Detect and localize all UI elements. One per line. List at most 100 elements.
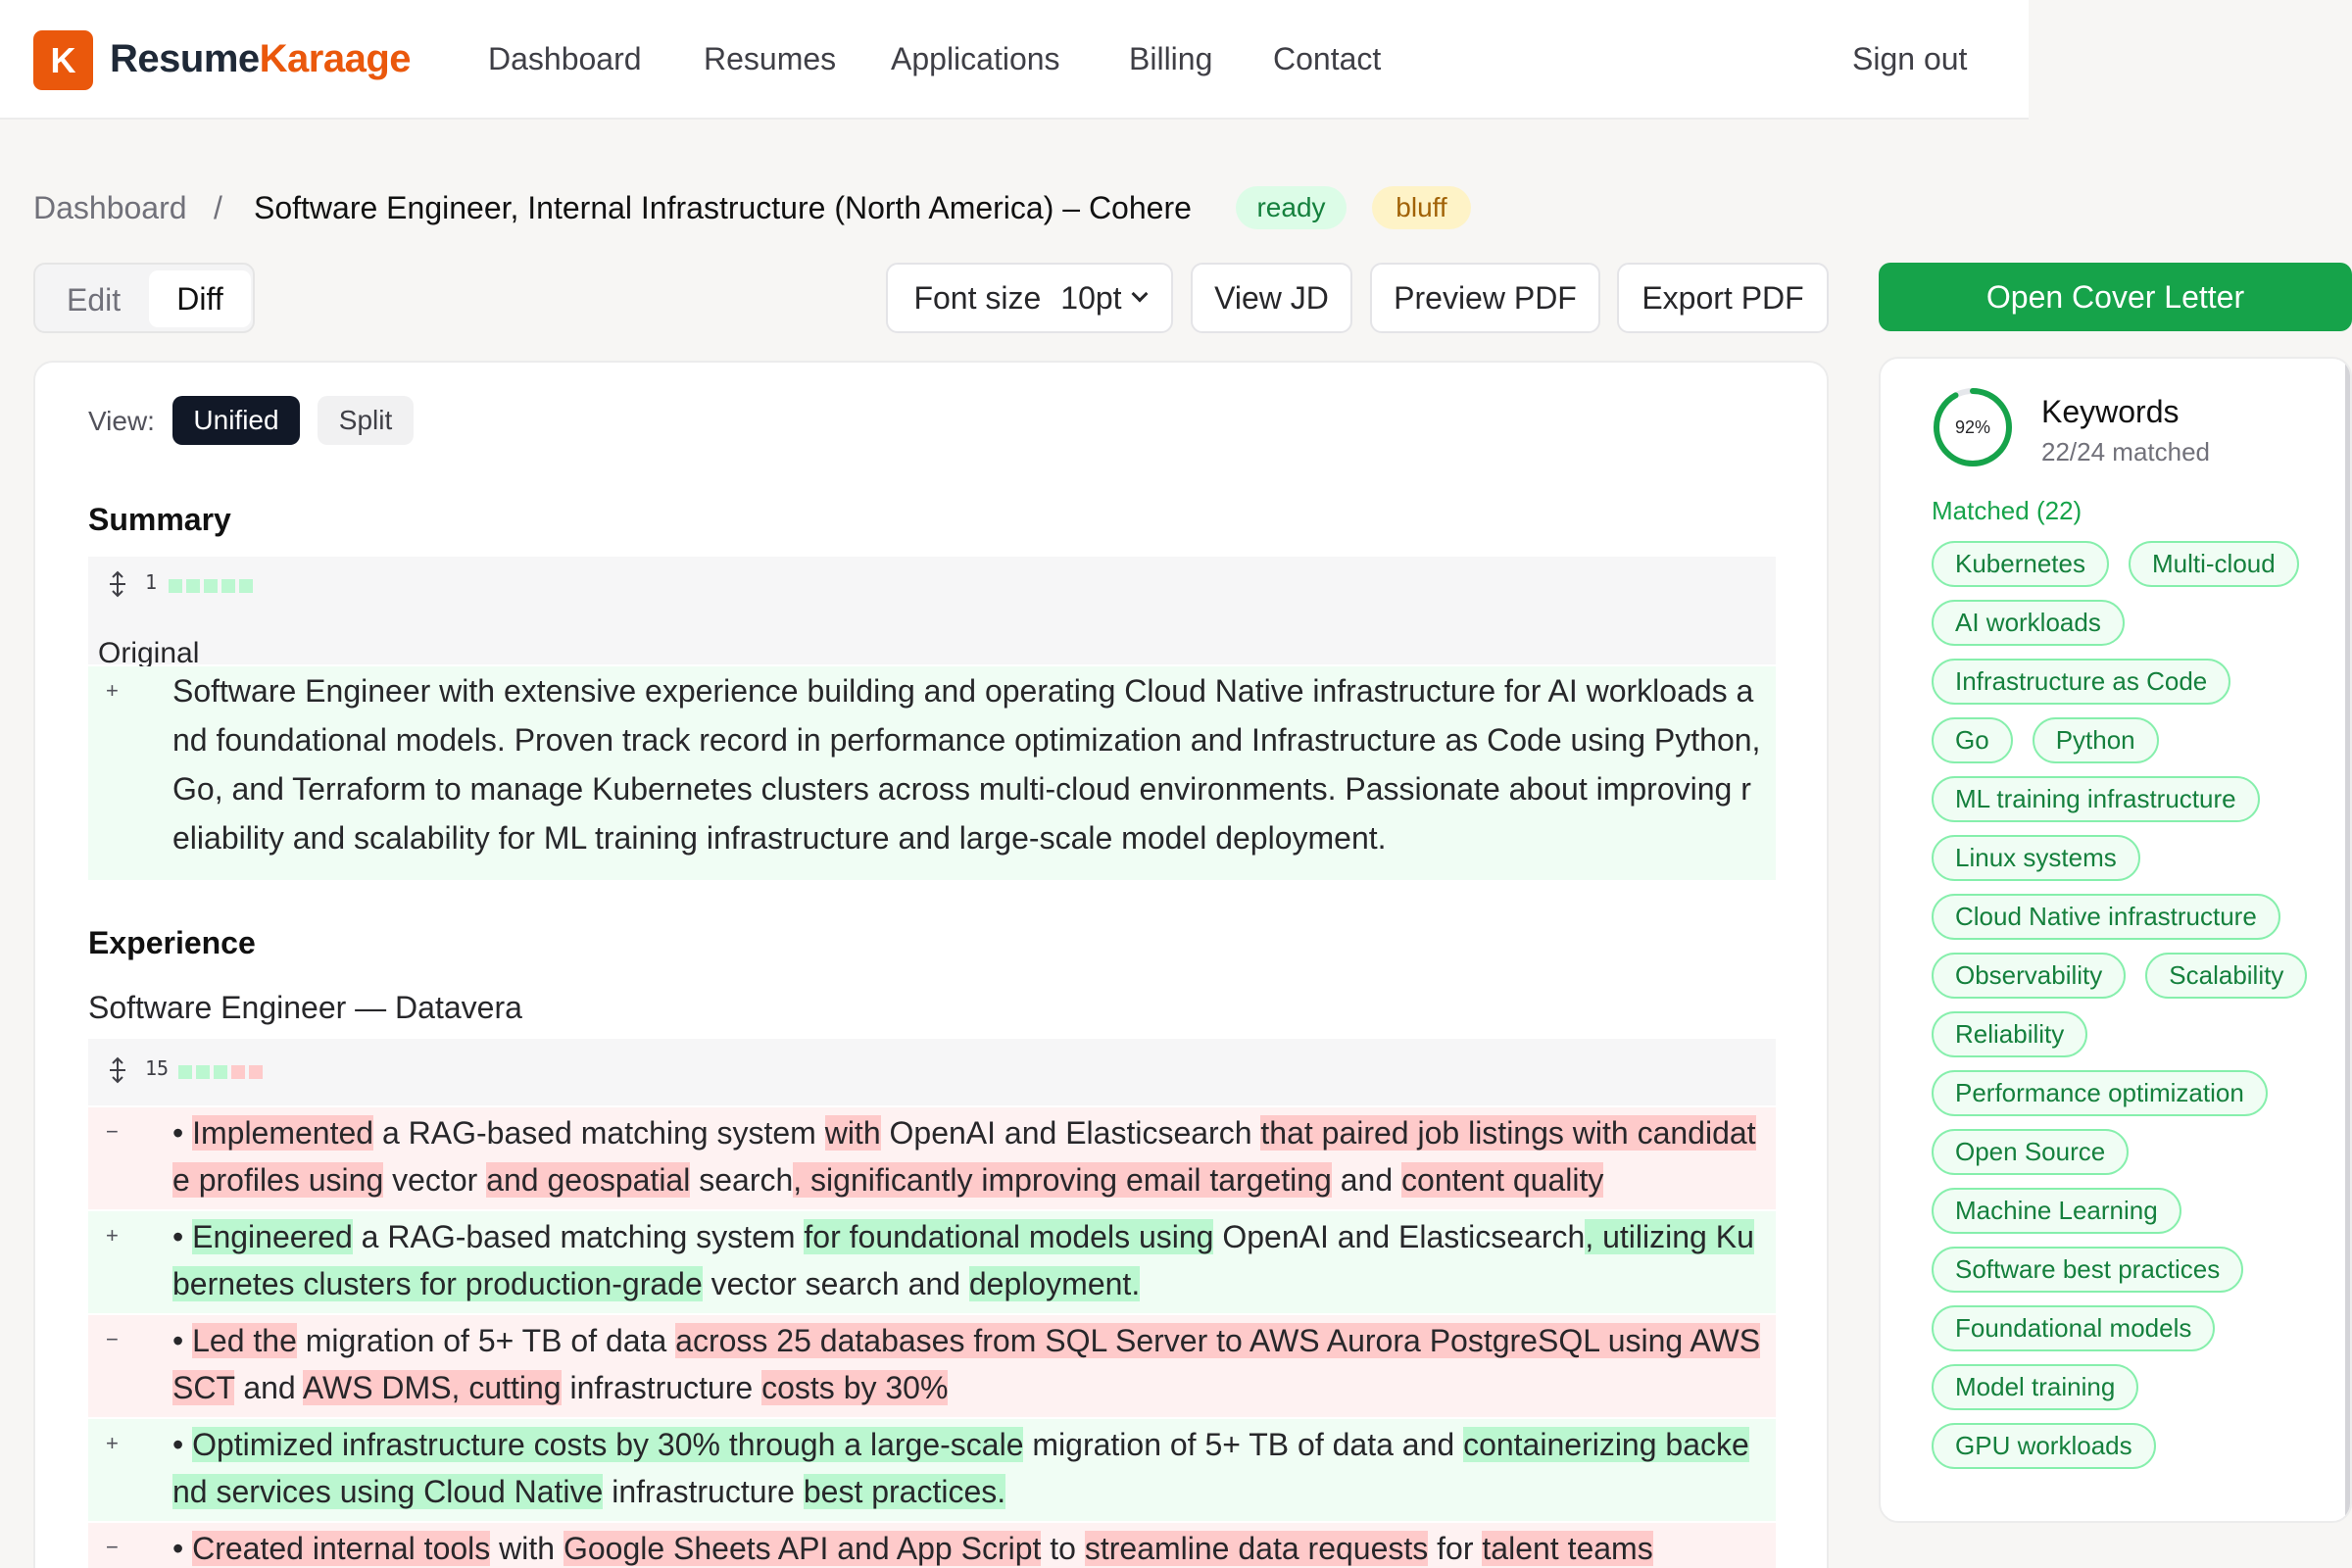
experience-hunk-header[interactable]: 15 xyxy=(88,1039,1776,1105)
diff-highlight: deployment. xyxy=(968,1266,1141,1301)
change-square-add xyxy=(196,1065,210,1079)
keyword-chip[interactable]: AI workloads xyxy=(1932,600,2125,646)
experience-heading: Experience xyxy=(88,925,256,960)
change-square-add xyxy=(169,579,182,593)
diff-text: vector xyxy=(383,1162,487,1198)
keyword-chip[interactable]: Software best practices xyxy=(1932,1247,2244,1293)
keyword-percent: 92% xyxy=(1954,416,1991,437)
add-sign: + xyxy=(106,1431,119,1455)
diff-text: for xyxy=(1428,1531,1483,1566)
keyword-chip[interactable]: Kubernetes xyxy=(1932,541,2109,587)
keyword-chip[interactable]: Python xyxy=(2032,717,2159,763)
diff-highlight: Optimized infrastructure costs by 30% th… xyxy=(192,1427,1024,1462)
nav-dashboard[interactable]: Dashboard xyxy=(488,41,642,77)
keywords-title: Keywords xyxy=(2041,394,2180,429)
keyword-chip[interactable]: Infrastructure as Code xyxy=(1932,659,2231,705)
add-sign: + xyxy=(106,1223,119,1248)
tab-edit[interactable]: Edit xyxy=(67,282,121,318)
tab-diff[interactable]: Diff xyxy=(149,270,251,327)
diff-text: • xyxy=(172,1115,193,1151)
keyword-chip[interactable]: GPU workloads xyxy=(1932,1423,2156,1469)
open-cover-letter-button[interactable]: Open Cover Letter xyxy=(1879,263,2352,331)
keyword-chip[interactable]: ML training infrastructure xyxy=(1932,776,2260,822)
job-title: Software Engineer — Datavera xyxy=(88,990,522,1025)
preview-pdf-button[interactable]: Preview PDF xyxy=(1370,263,1600,333)
brand-name[interactable]: ResumeKaraage xyxy=(110,37,412,81)
keyword-chip[interactable]: Go xyxy=(1932,717,2013,763)
diff-highlight: content quality xyxy=(1401,1162,1604,1198)
summary-heading: Summary xyxy=(88,502,231,537)
nav-resumes[interactable]: Resumes xyxy=(704,41,836,77)
remove-sign: − xyxy=(106,1535,119,1559)
diff-text: and xyxy=(234,1370,303,1405)
change-square-add xyxy=(239,579,253,593)
mode-toggle: Edit Diff xyxy=(33,263,255,333)
font-size-value: 10pt xyxy=(1060,279,1122,316)
remove-sign: − xyxy=(106,1327,119,1351)
keyword-chip[interactable]: Performance optimization xyxy=(1932,1070,2268,1116)
diff-text: with xyxy=(490,1531,564,1566)
font-size-select[interactable]: Font size 10pt xyxy=(886,263,1173,333)
removed-line: − • Led the migration of 5+ TB of data ac… xyxy=(88,1315,1776,1417)
removed-line: − • Created internal tools with Google Sh… xyxy=(88,1523,1776,1568)
view-split-button[interactable]: Split xyxy=(318,396,414,445)
change-square-add xyxy=(214,1065,227,1079)
diff-text: vector search and xyxy=(702,1266,969,1301)
signout-link[interactable]: Sign out xyxy=(1852,41,1967,77)
keyword-chip[interactable]: Scalability xyxy=(2145,953,2308,999)
keyword-chip[interactable]: Model training xyxy=(1932,1364,2139,1410)
keyword-chip[interactable]: Linux systems xyxy=(1932,835,2140,881)
diff-text: OpenAI and Elasticsearch xyxy=(1213,1219,1586,1254)
view-unified-button[interactable]: Unified xyxy=(172,396,300,445)
view-jd-button[interactable]: View JD xyxy=(1191,263,1352,333)
status-badge-ready: ready xyxy=(1236,186,1347,229)
diff-text: • xyxy=(172,1219,193,1254)
diff-text: and xyxy=(1331,1162,1402,1198)
add-sign: + xyxy=(106,678,119,703)
keyword-chip[interactable]: Machine Learning xyxy=(1932,1188,2181,1234)
diff-line-text: • Created internal tools with Google She… xyxy=(172,1525,1766,1568)
export-pdf-button[interactable]: Export PDF xyxy=(1617,263,1829,333)
diff-highlight: AWS DMS, cutting xyxy=(302,1370,562,1405)
diff-highlight: best practices. xyxy=(803,1474,1006,1509)
keywords-scrollbar[interactable] xyxy=(2345,359,2350,1521)
breadcrumb-home[interactable]: Dashboard xyxy=(33,190,187,226)
keywords-panel: 92% Keywords 22/24 matched Matched (22) … xyxy=(1879,357,2352,1523)
summary-hunk-header[interactable]: 1 xyxy=(88,557,1776,664)
expand-icon[interactable] xyxy=(106,1056,129,1084)
keyword-chip[interactable]: Multi-cloud xyxy=(2128,541,2299,587)
keyword-chip[interactable]: Cloud Native infrastructure xyxy=(1932,894,2280,940)
diff-line-text: • Implemented a RAG-based matching syste… xyxy=(172,1109,1766,1203)
summary-added-text: Software Engineer with extensive experie… xyxy=(172,673,1761,856)
summary-added-line: + Software Engineer with extensive exper… xyxy=(88,666,1776,880)
diff-highlight: costs by 30% xyxy=(761,1370,949,1405)
nav-billing[interactable]: Billing xyxy=(1129,41,1212,77)
diff-highlight: Google Sheets API and App Script xyxy=(563,1531,1042,1566)
removed-line: − • Implemented a RAG-based matching syst… xyxy=(88,1107,1776,1209)
diff-highlight: Implemented xyxy=(192,1115,374,1151)
keyword-chip[interactable]: Reliability xyxy=(1932,1011,2088,1057)
diff-text: migration of 5+ TB of data and xyxy=(1023,1427,1464,1462)
diff-line-text: • Optimized infrastructure costs by 30% … xyxy=(172,1421,1766,1515)
diff-highlight: and geospatial xyxy=(486,1162,691,1198)
diff-highlight: Led the xyxy=(192,1323,297,1358)
keyword-chip[interactable]: Foundational models xyxy=(1932,1305,2216,1351)
view-label: View: xyxy=(88,406,155,436)
matched-label: Matched (22) xyxy=(1932,496,2082,525)
nav-applications[interactable]: Applications xyxy=(891,41,1060,77)
expand-icon[interactable] xyxy=(106,570,129,598)
experience-hunk-count: 15 xyxy=(145,1056,170,1080)
breadcrumb-separator: / xyxy=(214,190,222,225)
nav-contact[interactable]: Contact xyxy=(1273,41,1381,77)
diff-text: infrastructure xyxy=(603,1474,804,1509)
diff-highlight: , significantly improving email targetin… xyxy=(793,1162,1332,1198)
diff-line-text: • Led the migration of 5+ TB of data acr… xyxy=(172,1317,1766,1411)
logo-icon[interactable]: K xyxy=(33,30,93,90)
keyword-chip[interactable]: Observability xyxy=(1932,953,2127,999)
change-square-add xyxy=(186,579,200,593)
keyword-chip[interactable]: Open Source xyxy=(1932,1129,2130,1175)
diff-text: to xyxy=(1041,1531,1085,1566)
added-line: + • Optimized infrastructure costs by 30%… xyxy=(88,1419,1776,1521)
top-nav: K ResumeKaraage Dashboard Resumes Applic… xyxy=(0,0,2029,120)
diff-highlight: for foundational models using xyxy=(804,1219,1214,1254)
